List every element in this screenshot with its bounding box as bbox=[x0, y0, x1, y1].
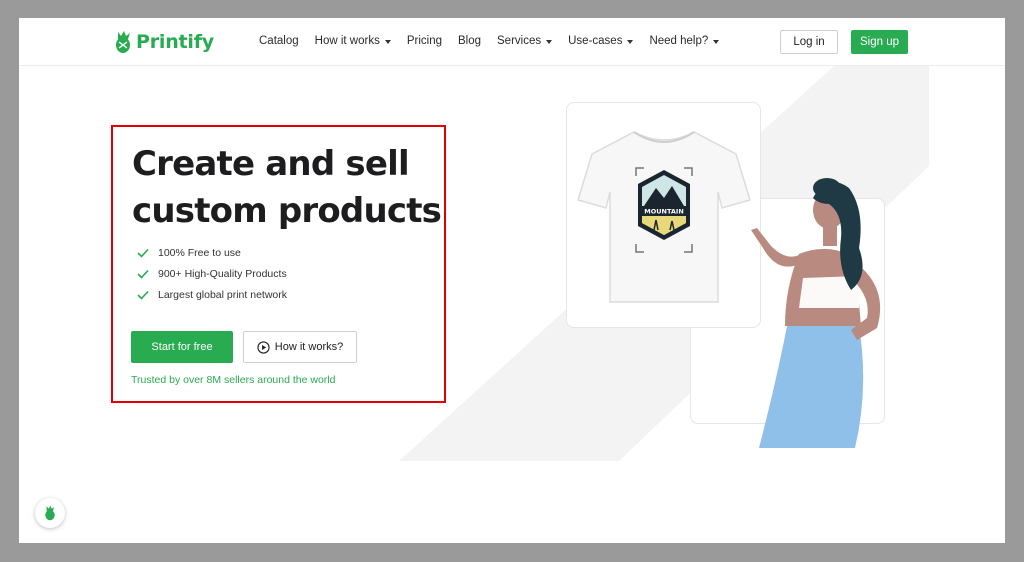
feature-label: 900+ High-Quality Products bbox=[158, 267, 287, 280]
nav-services[interactable]: Services bbox=[497, 35, 553, 47]
nav-how-it-works-label: How it works bbox=[314, 35, 380, 47]
feature-label: 100% Free to use bbox=[158, 246, 241, 259]
login-button[interactable]: Log in bbox=[780, 30, 838, 54]
how-it-works-button[interactable]: How it works? bbox=[243, 331, 357, 363]
chat-widget-button[interactable] bbox=[35, 498, 65, 528]
nav-blog-label: Blog bbox=[457, 35, 482, 47]
caret-down-icon bbox=[713, 39, 720, 44]
printify-logo-icon bbox=[116, 31, 130, 53]
feature-label: Largest global print network bbox=[158, 288, 287, 301]
page: Printify Catalog How it works Pricing Bl… bbox=[19, 18, 1005, 543]
brand-name: Printify bbox=[136, 31, 214, 53]
printify-logo[interactable]: Printify bbox=[114, 29, 214, 55]
play-icon bbox=[257, 340, 270, 354]
check-icon bbox=[137, 248, 149, 258]
feature-item: Largest global print network bbox=[137, 284, 287, 305]
signup-button[interactable]: Sign up bbox=[851, 30, 908, 54]
nav-use-cases-label: Use-cases bbox=[568, 35, 623, 47]
caret-down-icon bbox=[384, 39, 391, 44]
nav-need-help-label: Need help? bbox=[649, 35, 709, 47]
hero-title: Create and sell custom products bbox=[132, 141, 452, 235]
feature-item: 100% Free to use bbox=[137, 242, 287, 263]
hero-title-line1: Create and sell bbox=[132, 144, 410, 184]
site-header: Printify Catalog How it works Pricing Bl… bbox=[19, 18, 1005, 66]
trusted-by-text: Trusted by over 8M sellers around the wo… bbox=[131, 374, 336, 386]
nav-blog[interactable]: Blog bbox=[458, 35, 481, 47]
check-icon bbox=[137, 290, 149, 300]
woman-illustration bbox=[751, 178, 881, 448]
caret-down-icon bbox=[546, 39, 553, 44]
caret-down-icon bbox=[627, 39, 634, 44]
main-nav: Catalog How it works Pricing Blog Servic… bbox=[259, 35, 735, 47]
start-for-free-button[interactable]: Start for free bbox=[131, 331, 233, 363]
check-icon bbox=[137, 269, 149, 279]
how-it-works-label: How it works? bbox=[274, 341, 344, 353]
nav-pricing-label: Pricing bbox=[406, 35, 442, 47]
nav-use-cases[interactable]: Use-cases bbox=[568, 35, 634, 47]
hero-title-line2: custom products bbox=[132, 191, 442, 231]
nav-catalog[interactable]: Catalog bbox=[259, 35, 299, 47]
nav-catalog-label: Catalog bbox=[259, 35, 299, 47]
badge-text: MOUNTAIN bbox=[644, 208, 684, 216]
nav-services-label: Services bbox=[497, 35, 542, 47]
nav-how-it-works[interactable]: How it works bbox=[315, 35, 391, 47]
feature-item: 900+ High-Quality Products bbox=[137, 263, 287, 284]
nav-pricing[interactable]: Pricing bbox=[407, 35, 442, 47]
chat-widget-icon bbox=[45, 505, 55, 521]
nav-need-help[interactable]: Need help? bbox=[649, 35, 720, 47]
feature-list: 100% Free to use 900+ High-Quality Produ… bbox=[137, 242, 287, 305]
